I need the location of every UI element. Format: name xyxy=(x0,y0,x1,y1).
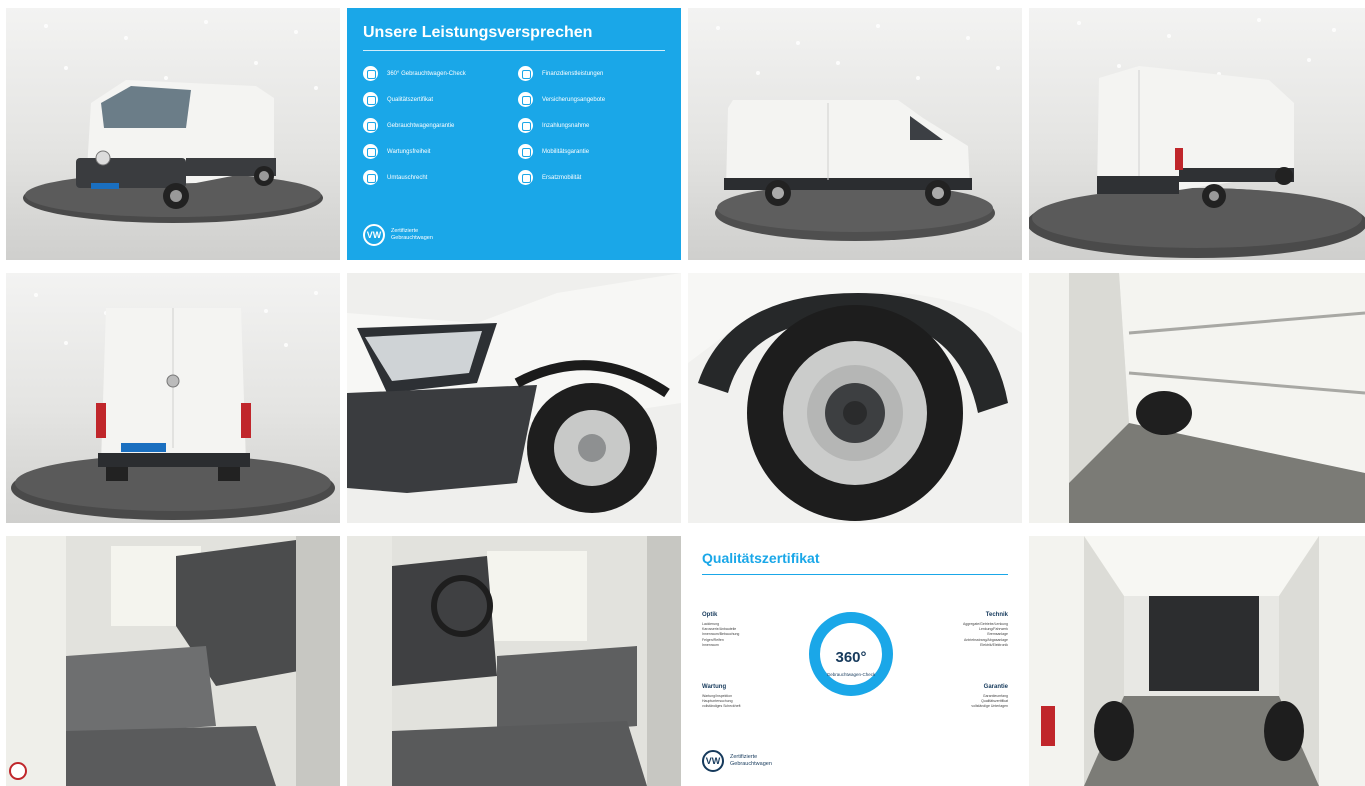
photo-gallery: Unsere Leistungsversprechen 360° Gebrauc… xyxy=(0,0,1365,786)
promise-item: Umtauschrecht xyxy=(363,169,510,186)
wrench-icon xyxy=(363,144,378,159)
promise-item: 360° Gebrauchtwagen-Check xyxy=(363,65,510,82)
promise-infographic[interactable]: Unsere Leistungsversprechen 360° Gebrauc… xyxy=(347,8,681,260)
check-icon xyxy=(363,66,378,81)
finance-icon xyxy=(518,66,533,81)
wheel-closeup-image xyxy=(688,273,1022,523)
photo-headlight-wheel[interactable] xyxy=(347,273,681,523)
section-garantie: Garantie Garantieumfang Qualitätszertifi… xyxy=(971,684,1008,709)
promise-item: Inzahlungsnahme xyxy=(518,117,665,134)
trade-in-icon xyxy=(518,118,533,133)
replacement-car-icon xyxy=(518,170,533,185)
photo-cargo-rear-view[interactable] xyxy=(1029,536,1365,786)
photo-wheel[interactable] xyxy=(688,273,1022,523)
promise-item: Ersatzmobilität xyxy=(518,169,665,186)
mobility-icon xyxy=(518,144,533,159)
vw-logo-icon: VW xyxy=(363,224,385,246)
promise-item: Qualitätszertifikat xyxy=(363,91,510,108)
driver-cabin-image xyxy=(347,536,681,786)
photo-side[interactable] xyxy=(688,8,1022,260)
certificate-icon xyxy=(363,92,378,107)
promise-item: Versicherungsangebote xyxy=(518,91,665,108)
van-rear-three-quarter-image xyxy=(1029,18,1365,258)
section-optik: Optik Lackierung Karosserie/Anbauteile I… xyxy=(702,612,740,647)
vw-brand: VW Zertifizierte Gebrauchtwagen xyxy=(702,750,772,772)
section-wartung: Wartung Wartung/Inspektion Hauptuntersuc… xyxy=(702,684,741,709)
van-side-image xyxy=(715,24,1000,241)
exchange-icon xyxy=(363,170,378,185)
photo-rear[interactable] xyxy=(6,273,340,523)
van-rear-image xyxy=(11,291,335,520)
check-360-badge: 360° Gebrauchtwagen-Check xyxy=(809,612,893,696)
promise-title: Unsere Leistungsversprechen xyxy=(363,24,593,41)
promise-item: Mobilitätsgarantie xyxy=(518,143,665,160)
insurance-icon xyxy=(518,92,533,107)
van-front-three-quarter-image xyxy=(23,20,323,223)
section-technik: Technik Aggregate/Getriebe/Lenkung Lenku… xyxy=(963,612,1008,647)
photo-rear-three-quarter[interactable] xyxy=(1029,8,1365,260)
vw-logo-icon: VW xyxy=(702,750,724,772)
promise-divider xyxy=(363,50,665,51)
quality-certificate-infographic[interactable]: Qualitätszertifikat Optik Lackierung Kar… xyxy=(688,536,1022,786)
certificate-title: Qualitätszertifikat xyxy=(702,550,820,566)
cargo-area-rear-image xyxy=(1029,536,1365,786)
certificate-divider xyxy=(702,574,1008,575)
promise-item: Gebrauchtwagengarantie xyxy=(363,117,510,134)
photo-cabin-passenger[interactable] xyxy=(6,536,340,786)
promise-list: 360° Gebrauchtwagen-Check Finanzdienstle… xyxy=(363,65,665,186)
photo-cabin-driver[interactable] xyxy=(347,536,681,786)
photo-cargo-side-door[interactable] xyxy=(1029,273,1365,523)
shield-icon xyxy=(363,118,378,133)
headlight-wheel-closeup-image xyxy=(347,273,681,523)
cabin-interior-image xyxy=(6,536,340,786)
promise-item: Wartungsfreiheit xyxy=(363,143,510,160)
cargo-area-side-image xyxy=(1029,273,1365,523)
photo-front-three-quarter[interactable] xyxy=(6,8,340,260)
promise-item: Finanzdienstleistungen xyxy=(518,65,665,82)
vw-brand: VW Zertifizierte Gebrauchtwagen xyxy=(363,224,433,246)
